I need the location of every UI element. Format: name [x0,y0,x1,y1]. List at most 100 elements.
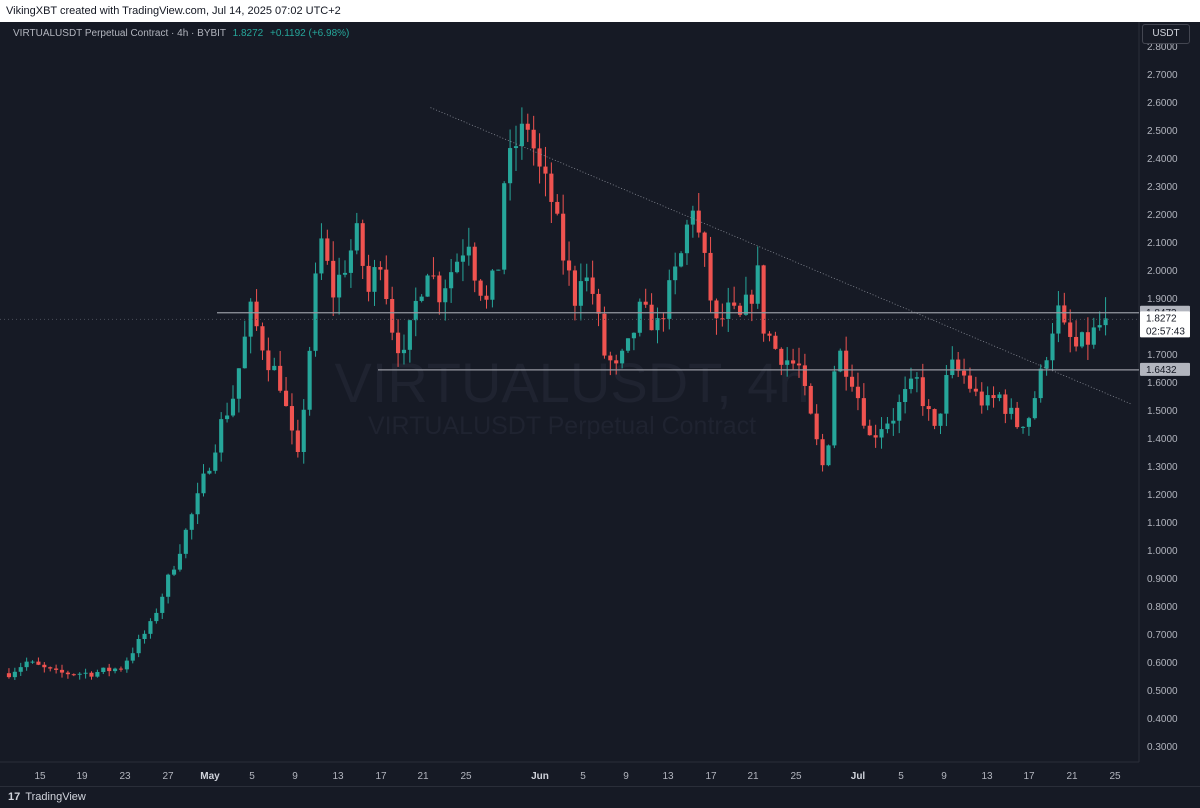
candle [195,482,200,525]
candle [808,383,813,415]
time-tick-label: 17 [1023,771,1035,782]
candle [59,664,65,678]
candle [708,236,713,313]
time-tick-label: 17 [705,771,717,782]
candle [278,350,283,393]
candle [454,253,460,274]
current-price-label: 1.8272 02:57:43 [1140,311,1190,338]
candle [413,287,418,337]
chart-area[interactable]: VIRTUALUSDT, 4h VIRTUALUSDT Perpetual Con… [0,22,1200,786]
candle [289,393,295,445]
candle [867,419,872,436]
time-tick-label: 25 [790,771,802,782]
price-tick-label: 2.7000 [1147,70,1178,81]
candle [201,464,206,497]
candle [225,402,230,423]
svg-text:02:57:43: 02:57:43 [1146,326,1185,337]
price-tick-label: 0.5000 [1147,686,1178,697]
candle [743,276,748,316]
candle [12,667,17,680]
candle [502,181,507,275]
support-price-label: 1.6432 [1140,362,1190,376]
candle [1068,309,1073,353]
candle [767,331,772,342]
currency-button[interactable]: USDT [1142,24,1190,44]
candle [266,337,271,382]
candle [107,663,112,677]
time-tick-label: 21 [747,771,759,782]
candle [24,657,29,671]
candle [42,662,47,673]
candle [914,372,919,393]
candle [18,662,23,676]
candle [855,372,861,411]
candle [118,666,124,672]
candle [301,399,306,464]
candle [773,331,778,350]
time-tick-label: 5 [898,771,904,782]
time-tick-label: 13 [662,771,674,782]
time-tick-label: 13 [332,771,344,782]
candle [283,376,289,407]
price-tick-label: 2.2000 [1147,210,1178,221]
candle [6,668,12,679]
candle [248,298,253,354]
candlestick-chart[interactable]: VIRTUALUSDT, 4hVIRTUALUSDT Perpetual Con… [0,22,1200,786]
watermark-small: VIRTUALUSDT Perpetual Contract [368,412,756,440]
candle [478,279,483,301]
candle [814,404,819,446]
candle [508,129,513,201]
candle [136,634,141,658]
candle [177,544,182,572]
symbol-legend: VIRTUALUSDT Perpetual Contract · 4h · BY… [13,28,349,39]
candle [732,286,737,310]
candle [525,113,530,142]
candle [631,332,636,351]
price-tick-label: 1.3000 [1147,462,1178,473]
candle [726,287,731,332]
candle [113,667,118,674]
candle [101,667,106,675]
candle [490,269,495,308]
price-tick-label: 1.4000 [1147,434,1178,445]
candle [861,383,866,429]
candle [65,670,70,679]
candle [378,261,383,281]
time-tick-label: 27 [162,771,174,782]
time-tick-label: 13 [981,771,993,782]
candle [555,194,560,216]
candle [820,433,825,472]
attribution-text: VikingXBT created with TradingView.com, … [6,5,341,17]
symbol-title: VIRTUALUSDT Perpetual Contract · 4h · BY… [13,28,226,39]
candle [342,260,348,278]
candle [838,348,843,373]
candle [484,285,489,309]
candle [737,302,743,318]
candle [272,357,277,371]
price-tick-label: 1.2000 [1147,490,1178,501]
candle [1026,416,1031,436]
candle [496,269,501,271]
price-tick-label: 2.0000 [1147,266,1178,277]
candle [637,298,642,337]
candle [956,351,961,377]
candle [325,229,330,265]
candle [130,647,135,664]
candle [684,219,690,265]
candle [549,162,554,223]
candle [950,346,955,379]
candle [242,320,247,369]
price-tick-label: 0.3000 [1147,742,1178,753]
price-tick-label: 2.5000 [1147,126,1178,137]
candle [561,194,566,275]
candle [932,408,937,430]
candle [219,412,224,462]
svg-text:1.6432: 1.6432 [1146,365,1177,376]
candle [826,444,831,467]
candle [1032,391,1037,420]
candle [643,288,648,308]
price-tick-label: 2.6000 [1147,98,1178,109]
time-tick-label: 5 [249,771,255,782]
candle [997,391,1002,402]
candle [885,417,890,434]
